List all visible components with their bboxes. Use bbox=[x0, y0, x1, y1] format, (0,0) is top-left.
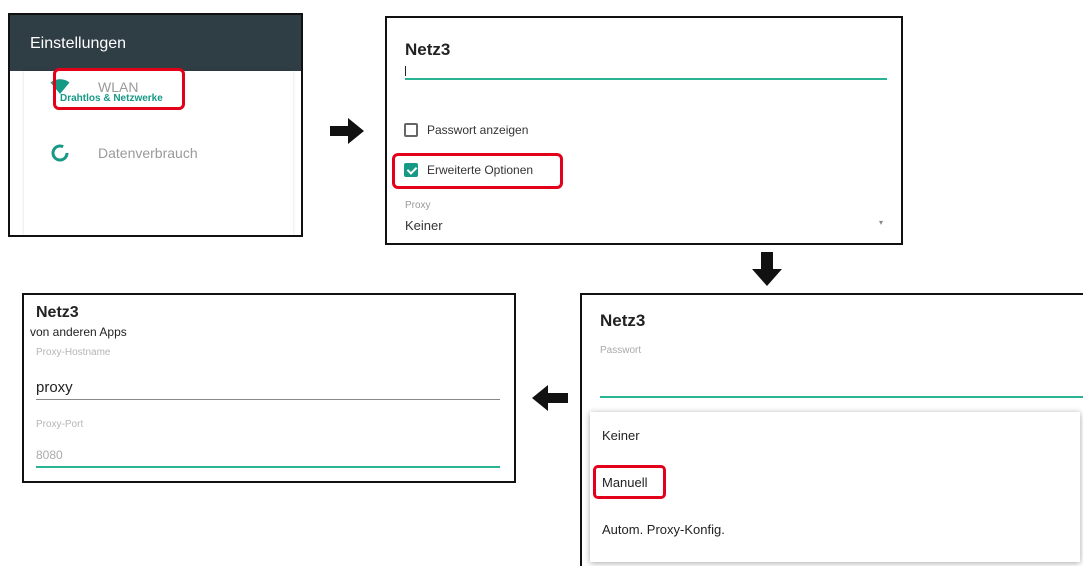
data-usage-icon bbox=[51, 144, 69, 162]
proxy-label: Proxy bbox=[405, 200, 431, 211]
data-usage-label: Datenverbrauch bbox=[98, 145, 198, 161]
arrow-down-icon bbox=[752, 252, 782, 286]
arrow-right-icon bbox=[330, 118, 364, 144]
proxy-port-label: Proxy-Port bbox=[36, 419, 84, 430]
settings-appbar: Einstellungen bbox=[10, 15, 301, 71]
proxy-settings-panel: Netz3 von anderen Apps Proxy-Hostname pr… bbox=[22, 293, 516, 483]
proxy-dropdown-menu: Keiner Manuell Autom. Proxy-Konfig. bbox=[590, 412, 1080, 562]
proxy-port-input[interactable]: 8080 bbox=[36, 448, 63, 462]
password-field[interactable] bbox=[405, 78, 887, 80]
settings-item-data-usage[interactable]: Datenverbrauch bbox=[50, 143, 198, 163]
show-password-checkbox[interactable]: Passwort anzeigen bbox=[404, 123, 528, 137]
highlight-box bbox=[593, 465, 666, 499]
dropdown-network-title: Netz3 bbox=[600, 311, 646, 330]
menu-item-auto-config[interactable]: Autom. Proxy-Konfig. bbox=[602, 522, 725, 537]
text-cursor bbox=[405, 66, 406, 76]
proxy-network-title: Netz3 bbox=[36, 304, 79, 321]
proxy-subtitle: von anderen Apps bbox=[30, 325, 127, 339]
proxy-hostname-label: Proxy-Hostname bbox=[36, 347, 111, 358]
checkbox-icon bbox=[404, 123, 418, 137]
settings-title: Einstellungen bbox=[30, 35, 127, 52]
proxy-dropdown-panel: Netz3 Passwort Keiner Manuell Autom. Pro… bbox=[580, 293, 1083, 566]
highlight-box bbox=[53, 68, 185, 110]
highlight-box bbox=[392, 153, 563, 189]
proxy-select[interactable]: Keiner bbox=[405, 218, 443, 233]
input-underline bbox=[36, 399, 500, 400]
settings-panel: Einstellungen Drahtlos & Netzwerke WLAN … bbox=[8, 13, 303, 237]
password-field[interactable] bbox=[600, 396, 1083, 398]
proxy-hostname-input[interactable]: proxy bbox=[36, 379, 73, 396]
show-password-label: Passwort anzeigen bbox=[427, 123, 529, 137]
dropdown-arrow-icon[interactable]: ▾ bbox=[879, 218, 883, 227]
arrow-left-icon bbox=[532, 385, 568, 411]
menu-item-none[interactable]: Keiner bbox=[602, 428, 640, 443]
input-underline-active bbox=[36, 466, 500, 468]
network-title: Netz3 bbox=[405, 40, 451, 59]
password-label: Passwort bbox=[600, 345, 642, 356]
network-dialog: Netz3 Passwort anzeigen Erweiterte Optio… bbox=[385, 16, 903, 245]
